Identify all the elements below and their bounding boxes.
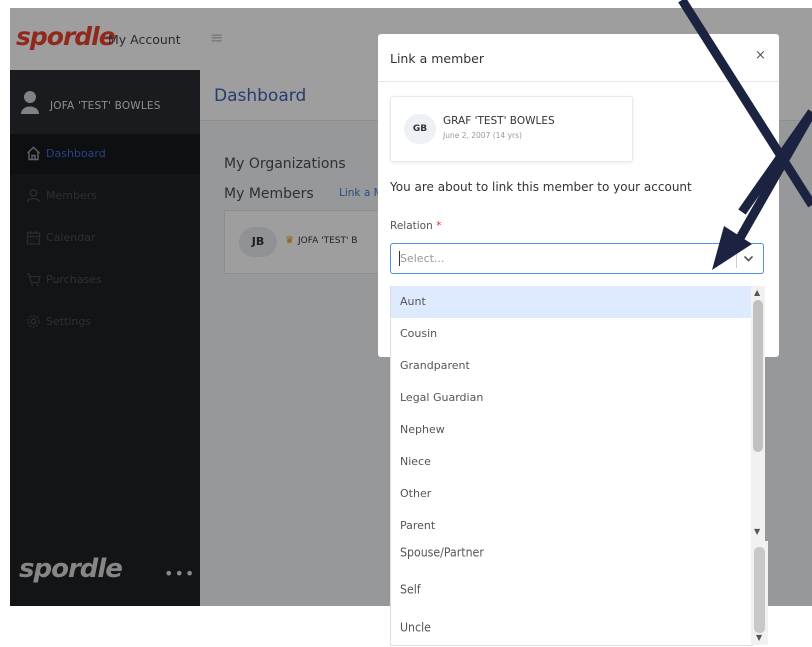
dropdown-option-grandparent[interactable]: Grandparent <box>391 350 752 382</box>
close-icon[interactable]: × <box>755 48 766 63</box>
relation-dropdown-menu: Aunt Cousin Grandparent Legal Guardian N… <box>390 286 753 542</box>
relation-select[interactable]: Select... <box>390 243 764 274</box>
relation-select-placeholder: Select... <box>400 252 445 265</box>
dropdown-option-nephew[interactable]: Nephew <box>391 414 752 446</box>
option-label: Other <box>400 487 432 500</box>
option-label: Nephew <box>400 423 445 436</box>
member-avatar: GB <box>404 114 436 144</box>
scroll-down-arrow-icon[interactable]: ▼ <box>756 633 762 642</box>
required-mark: * <box>436 220 442 232</box>
dropdown-option-spouse-partner[interactable]: Spouse/Partner <box>400 545 484 559</box>
dropdown-option-niece[interactable]: Niece <box>391 446 752 478</box>
dropdown-scrollbar[interactable]: ▲ ▼ <box>751 286 765 541</box>
chevron-down-icon[interactable] <box>743 254 754 263</box>
dropdown-scrollbar-continued[interactable]: ▼ <box>751 541 768 645</box>
relation-label-text: Relation <box>390 220 433 232</box>
option-label: Niece <box>400 455 431 468</box>
dropdown-option-legal-guardian[interactable]: Legal Guardian <box>391 382 752 414</box>
dropdown-option-aunt[interactable]: Aunt <box>391 286 752 318</box>
member-summary-card: GB GRAF 'TEST' BOWLES June 2, 2007 (14 y… <box>390 96 633 162</box>
dropdown-option-other[interactable]: Other <box>391 478 752 510</box>
link-description: You are about to link this member to you… <box>390 180 692 194</box>
dropdown-option-cousin[interactable]: Cousin <box>391 318 752 350</box>
option-label: Aunt <box>400 295 426 308</box>
modal-title: Link a member <box>390 51 485 66</box>
option-label: Grandparent <box>400 359 470 372</box>
relation-label: Relation * <box>390 220 441 232</box>
select-separator <box>736 250 737 268</box>
relation-dropdown-menu-continued: Spouse/Partner Self Uncle <box>390 541 753 646</box>
scroll-down-arrow-icon[interactable]: ▼ <box>754 527 760 536</box>
modal-header: Link a member × <box>378 34 779 82</box>
scrollbar-thumb[interactable] <box>753 300 763 452</box>
dropdown-option-parent[interactable]: Parent <box>391 510 752 541</box>
option-label: Cousin <box>400 327 438 340</box>
option-label: Parent <box>400 519 436 532</box>
scrollbar-thumb[interactable] <box>754 547 765 633</box>
member-dob: June 2, 2007 (14 yrs) <box>443 131 522 140</box>
option-label: Legal Guardian <box>400 391 484 404</box>
dropdown-option-uncle[interactable]: Uncle <box>400 620 431 634</box>
scroll-up-arrow-icon[interactable]: ▲ <box>754 288 760 297</box>
member-name: GRAF 'TEST' BOWLES <box>443 115 555 127</box>
dropdown-option-self[interactable]: Self <box>400 582 421 596</box>
